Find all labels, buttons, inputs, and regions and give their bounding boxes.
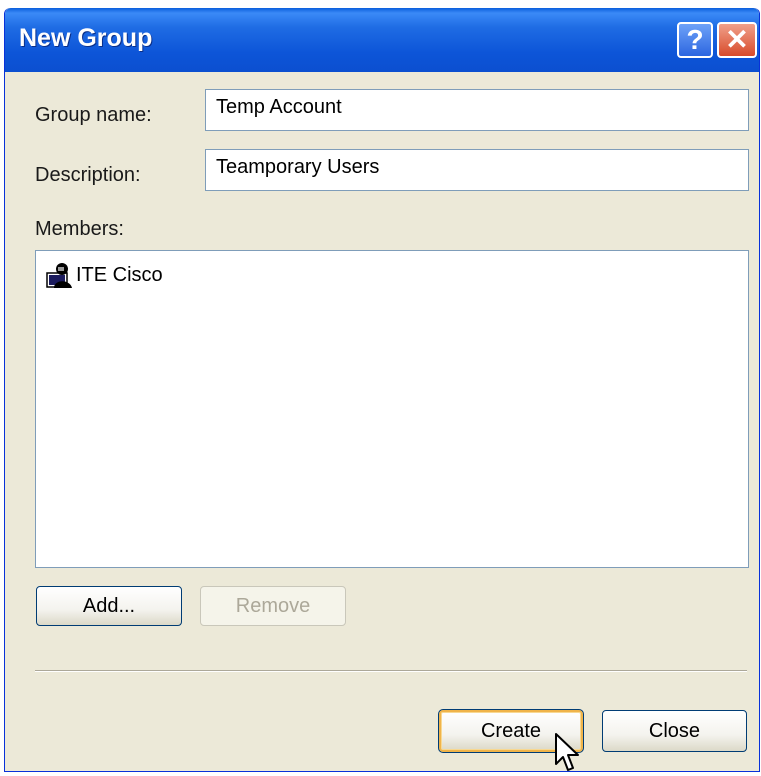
group-name-label: Group name: <box>35 104 152 126</box>
user-icon <box>46 263 72 288</box>
new-group-dialog: New Group ? ✕ Group name: Temp Account D… <box>4 8 760 772</box>
separator <box>35 670 747 672</box>
members-list[interactable]: ITE Cisco <box>35 250 749 568</box>
group-name-field[interactable]: Temp Account <box>205 89 749 131</box>
close-button-label: Close <box>648 719 701 742</box>
remove-button-label: Remove <box>235 594 311 617</box>
description-field[interactable]: Teamporary Users <box>205 149 749 191</box>
help-icon: ? <box>686 24 704 55</box>
remove-button[interactable]: Remove <box>200 586 346 626</box>
members-label: Members: <box>35 218 124 240</box>
help-button[interactable]: ? <box>677 22 713 58</box>
description-label: Description: <box>35 164 141 186</box>
window-title: New Group <box>19 24 153 52</box>
title-bar[interactable]: New Group ? ✕ <box>5 8 759 72</box>
close-button[interactable]: Close <box>602 710 747 752</box>
window-close-button[interactable]: ✕ <box>717 22 757 58</box>
add-button[interactable]: Add... <box>36 586 182 626</box>
create-button-label: Create <box>480 719 542 742</box>
member-name: ITE Cisco <box>76 263 163 286</box>
close-icon: ✕ <box>725 24 749 55</box>
mouse-pointer-icon <box>555 733 579 771</box>
list-item[interactable]: ITE Cisco <box>46 259 163 291</box>
add-button-label: Add... <box>82 594 136 617</box>
